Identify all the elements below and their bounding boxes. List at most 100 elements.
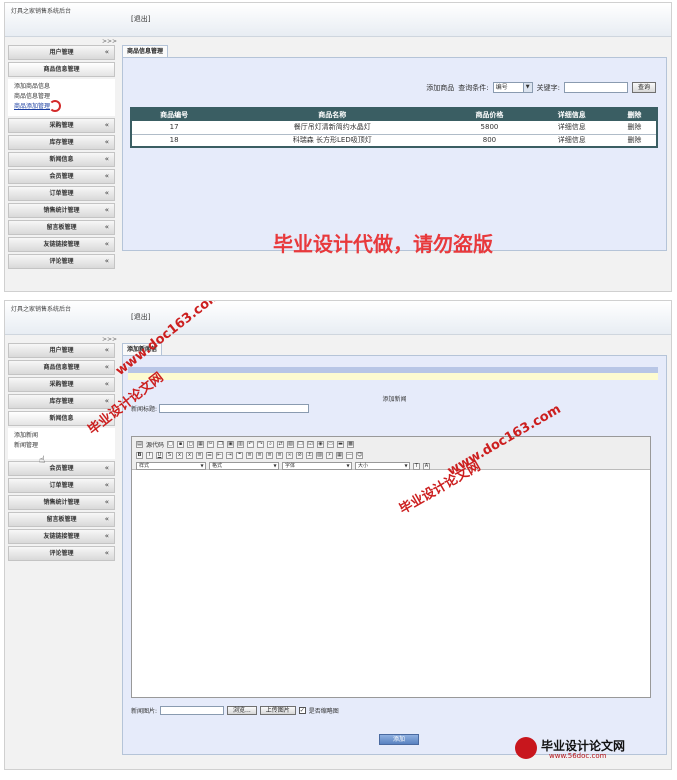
chevron-down-icon: ▼ — [346, 463, 350, 468]
indent-icon[interactable]: ⇥ — [226, 451, 233, 459]
news-title-input[interactable] — [159, 404, 310, 413]
click-highlight-icon — [49, 100, 61, 112]
browse-button[interactable]: 浏览... — [227, 706, 257, 715]
superscript-icon[interactable]: x — [186, 451, 193, 459]
radio-icon[interactable]: ◉ — [317, 440, 325, 448]
print-icon[interactable]: ▥ — [237, 440, 245, 448]
textfield-icon[interactable]: ▭ — [327, 440, 335, 448]
delete-link[interactable]: 删除 — [612, 134, 657, 148]
find-icon[interactable]: ⌕ — [267, 440, 275, 448]
save-icon[interactable]: ▪ — [177, 440, 185, 448]
align-left-icon[interactable]: ≡ — [246, 451, 253, 459]
undo-icon[interactable]: ↶ — [247, 440, 255, 448]
detail-link[interactable]: 详细信息 — [530, 134, 613, 148]
link-icon[interactable]: ∞ — [286, 451, 293, 459]
menu-stock[interactable]: 库存管理 « — [8, 394, 115, 409]
italic-icon[interactable]: I — [146, 451, 153, 459]
menu-guestbook[interactable]: 留言板管理 « — [8, 512, 115, 527]
button-icon[interactable]: ▬ — [337, 440, 345, 448]
outdent-icon[interactable]: ⇤ — [216, 451, 223, 459]
table-icon[interactable]: ▦ — [336, 451, 343, 459]
flash-icon[interactable]: ⚡ — [326, 451, 333, 459]
smiley-icon[interactable]: ☺ — [356, 451, 363, 459]
add-product-link[interactable]: 添加商品 — [426, 83, 454, 93]
collapse-toggle[interactable]: >>> — [102, 336, 117, 343]
logout-link[interactable]: [退出] — [131, 14, 150, 24]
replace-icon[interactable]: ⇄ — [277, 440, 285, 448]
sidebar: 用户管理 « 商品信息管理 « 采购管理 « 库存管理 « 新闻信息 添加新闻 新闻管理… — [8, 343, 115, 563]
submenu-add-product[interactable]: 添加商品信息 — [14, 82, 110, 92]
image-button-icon[interactable]: ▩ — [347, 440, 355, 448]
blockquote-icon[interactable]: ❝ — [236, 451, 243, 459]
menu-sales-stats[interactable]: 销售统计管理 « — [8, 495, 115, 510]
logout-link[interactable]: [退出] — [131, 312, 150, 322]
image-path-input[interactable] — [160, 706, 225, 715]
menu-product-management[interactable]: 商品信息管理 « — [8, 360, 115, 375]
keyword-input[interactable] — [563, 82, 628, 93]
form-icon[interactable]: ☐ — [297, 440, 305, 448]
menu-guestbook[interactable]: 留言板管理 « — [8, 220, 115, 235]
menu-purchase[interactable]: 采购管理 « — [8, 377, 115, 392]
format-select[interactable]: 格式 ▼ — [209, 462, 279, 470]
paste-icon[interactable]: ▣ — [227, 440, 235, 448]
justify-icon[interactable]: ≡ — [276, 451, 283, 459]
menu-user-management[interactable]: 用户管理 « — [8, 45, 115, 60]
size-select[interactable]: 大小 ▼ — [355, 462, 410, 470]
delete-link[interactable]: 删除 — [612, 121, 657, 135]
menu-user-management[interactable]: 用户管理 « — [8, 343, 115, 358]
bold-icon[interactable]: B — [136, 451, 143, 459]
source-code-label[interactable]: 源代码 — [146, 440, 164, 449]
submit-add-button[interactable]: 添加 — [379, 734, 419, 745]
menu-news[interactable]: 新闻信息 « — [8, 152, 115, 167]
menu-links[interactable]: 友链链接管理 « — [8, 529, 115, 544]
new-page-icon[interactable]: ▢ — [167, 440, 175, 448]
menu-links[interactable]: 友链链接管理 « — [8, 237, 115, 252]
image-icon[interactable]: ▨ — [316, 451, 323, 459]
menu-orders[interactable]: 订单管理 « — [8, 478, 115, 493]
redo-icon[interactable]: ↷ — [257, 440, 265, 448]
underline-icon[interactable]: U — [156, 451, 163, 459]
cut-icon[interactable]: ✂ — [207, 440, 215, 448]
detail-link[interactable]: 详细信息 — [530, 121, 613, 135]
submenu-product-list[interactable]: 商品信息管理 — [14, 92, 110, 102]
watermark-text: 毕业设计代做，请勿盗版 — [273, 232, 493, 256]
template-icon[interactable]: ▦ — [197, 440, 205, 448]
select-all-icon[interactable]: ▧ — [287, 440, 295, 448]
tab-product-management[interactable]: 商品信息管理 — [122, 45, 169, 57]
align-right-icon[interactable]: ≡ — [266, 451, 273, 459]
copy-icon[interactable]: ❐ — [217, 440, 225, 448]
menu-purchase[interactable]: 采购管理 « — [8, 118, 115, 133]
upload-image-button[interactable]: 上传图片 — [259, 706, 296, 715]
search-button[interactable]: 查询 — [631, 82, 656, 93]
menu-comments[interactable]: 评论管理 « — [8, 546, 115, 561]
preview-icon[interactable]: ◻ — [187, 440, 195, 448]
menu-member[interactable]: 会员管理 « — [8, 169, 115, 184]
unlink-icon[interactable]: ⊘ — [296, 451, 303, 459]
condition-select[interactable]: 编号 ▼ — [492, 82, 533, 93]
anchor-icon[interactable]: ⚓ — [306, 451, 313, 459]
submenu-news-manage[interactable]: 新闻管理 — [14, 441, 110, 451]
font-select[interactable]: 字体 ▼ — [282, 462, 352, 470]
submenu-product-add-manage[interactable]: 商品添加管理 — [14, 102, 110, 112]
menu-product-management[interactable]: 商品信息管理 — [8, 62, 115, 77]
menu-member[interactable]: 会员管理 « — [8, 461, 115, 476]
thumbnail-checkbox[interactable]: ✓ — [298, 707, 306, 714]
style-select[interactable]: 样式 ▼ — [136, 462, 206, 470]
hr-icon[interactable]: — — [346, 451, 353, 459]
bullet-list-icon[interactable]: ☰ — [206, 451, 213, 459]
numbered-list-icon[interactable]: ≡ — [196, 451, 203, 459]
bg-color-icon[interactable]: A — [423, 462, 430, 470]
menu-orders[interactable]: 订单管理 « — [8, 186, 115, 201]
source-code-icon[interactable]: ▤ — [136, 440, 143, 448]
align-center-icon[interactable]: ≡ — [256, 451, 263, 459]
subscript-icon[interactable]: x — [176, 451, 183, 459]
strike-icon[interactable]: S — [166, 451, 173, 459]
menu-sales-stats[interactable]: 销售统计管理 « — [8, 203, 115, 218]
product-management-screen: 灯具之家销售系统后台 [退出] >>> 用户管理 « 商品信息管理 添加商品信息 … — [4, 2, 672, 292]
menu-comments[interactable]: 评论管理 « — [8, 254, 115, 269]
checkbox-icon[interactable]: ☑ — [307, 440, 315, 448]
text-color-icon[interactable]: T — [413, 462, 420, 470]
editor-body[interactable] — [132, 470, 650, 696]
collapse-toggle[interactable]: >>> — [102, 38, 117, 45]
menu-stock[interactable]: 库存管理 « — [8, 135, 115, 150]
